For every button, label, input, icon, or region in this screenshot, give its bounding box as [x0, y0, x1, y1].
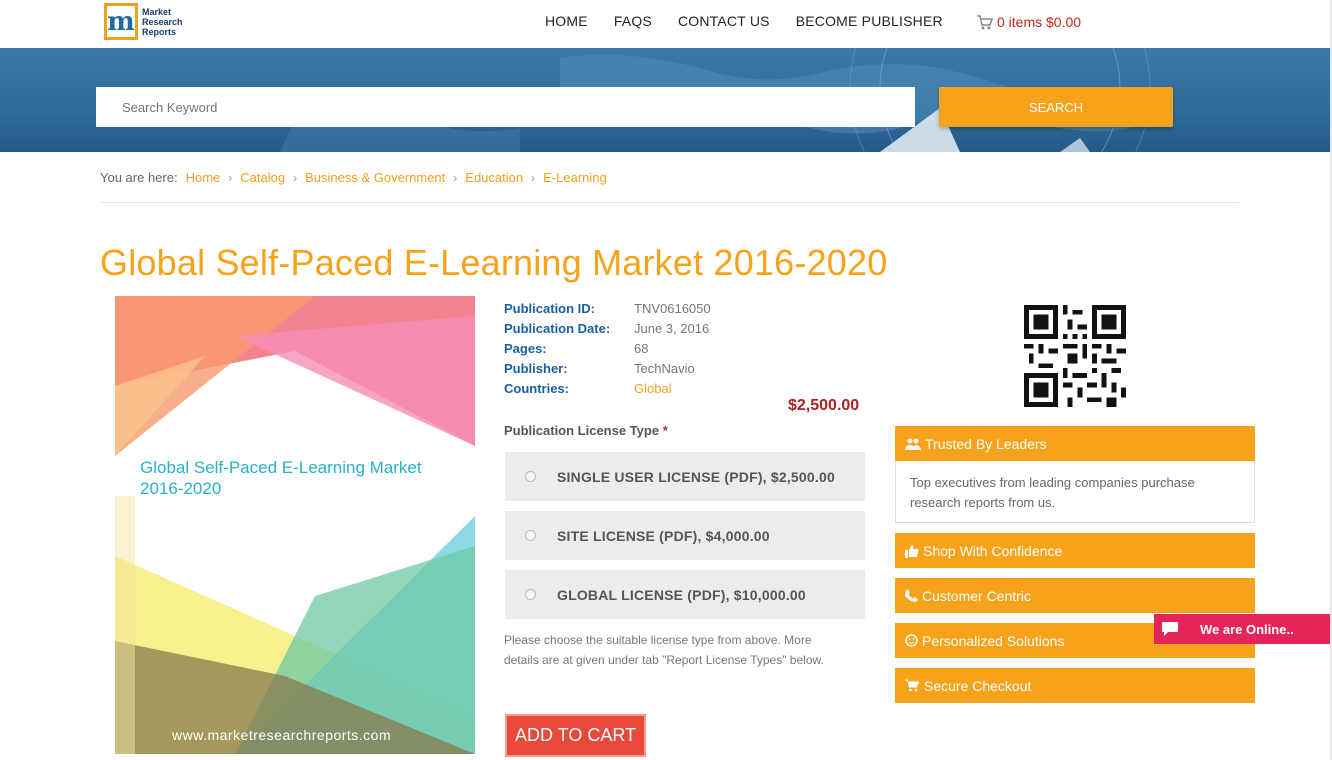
- phone-icon: [905, 589, 918, 602]
- side-item-label: Shop With Confidence: [923, 542, 1063, 559]
- main-nav: HOME FAQS CONTACT US BECOME PUBLISHER: [545, 13, 969, 29]
- breadcrumb-prefix: You are here:: [100, 170, 178, 185]
- cart-summary: 0 items $0.00: [997, 14, 1082, 30]
- license-type-label: Publication License Type *: [504, 423, 668, 438]
- breadcrumb-business-government[interactable]: Business & Government: [305, 170, 445, 185]
- users-icon: [905, 438, 921, 450]
- meta-value-link[interactable]: Global: [634, 381, 672, 396]
- meta-row-publication-date: Publication Date: June 3, 2016: [504, 318, 711, 338]
- secure-checkout-box[interactable]: Secure Checkout: [895, 668, 1255, 703]
- required-mark: *: [662, 423, 668, 438]
- thumbs-up-icon: [905, 544, 919, 558]
- meta-row-publisher: Publisher: TechNavio: [504, 358, 711, 378]
- meta-label: Publisher:: [504, 360, 568, 376]
- meta-label: Publication Date:: [504, 320, 611, 336]
- meta-label: Pages:: [504, 340, 547, 356]
- breadcrumb-separator: ›: [228, 170, 233, 185]
- license-option-global[interactable]: GLOBAL LICENSE (PDF), $10,000.00: [505, 570, 865, 619]
- shop-with-confidence-box[interactable]: Shop With Confidence: [895, 533, 1255, 568]
- live-chat-widget[interactable]: We are Online..: [1154, 614, 1332, 644]
- logo-letter: m: [107, 6, 135, 37]
- radio-button[interactable]: [525, 589, 536, 600]
- report-cover-image: Global Self-Paced E-Learning Market 2016…: [115, 296, 475, 754]
- breadcrumb-separator: ›: [531, 170, 536, 185]
- cart-icon: [905, 679, 920, 692]
- meta-label: Publication ID:: [504, 300, 595, 316]
- license-option-label: SINGLE USER LICENSE (PDF), $2,500.00: [557, 468, 835, 485]
- nav-home[interactable]: HOME: [545, 13, 588, 29]
- nav-contact-us[interactable]: CONTACT US: [678, 13, 770, 29]
- cover-title: Global Self-Paced E-Learning Market 2016…: [140, 458, 422, 498]
- meta-value: TechNavio: [634, 360, 695, 376]
- customer-centric-box[interactable]: Customer Centric: [895, 578, 1255, 613]
- license-option-site[interactable]: SITE LICENSE (PDF), $4,000.00: [505, 511, 865, 560]
- side-item-label: Personalized Solutions: [922, 632, 1065, 649]
- meta-row-publication-id: Publication ID: TNV0616050: [504, 298, 711, 318]
- meta-value: TNV0616050: [634, 300, 711, 316]
- license-option-single-user[interactable]: SINGLE USER LICENSE (PDF), $2,500.00: [505, 452, 865, 501]
- top-header: m Market Research Reports HOME FAQS CONT…: [0, 0, 1332, 48]
- cover-art: [115, 296, 475, 754]
- side-item-label: Customer Centric: [922, 587, 1031, 604]
- search-banner: SEARCH: [0, 48, 1332, 152]
- meta-value: 68: [634, 340, 649, 356]
- side-item-label: Secure Checkout: [924, 677, 1032, 694]
- header-cart[interactable]: 0 items $0.00: [976, 14, 1081, 30]
- trusted-body: Top executives from leading companies pu…: [895, 461, 1255, 523]
- meta-label: Countries:: [504, 380, 569, 396]
- license-option-label: GLOBAL LICENSE (PDF), $10,000.00: [557, 586, 806, 603]
- radio-button[interactable]: [525, 471, 536, 482]
- breadcrumb-separator: ›: [293, 170, 298, 185]
- breadcrumb: You are here: Home › Catalog › Business …: [100, 170, 607, 185]
- radio-button[interactable]: [525, 530, 536, 541]
- search-input[interactable]: [96, 87, 915, 127]
- publication-meta: Publication ID: TNV0616050 Publication D…: [504, 298, 711, 398]
- cart-icon: [977, 14, 993, 29]
- cover-url: www.marketresearchreports.com: [172, 727, 392, 743]
- add-to-cart-button[interactable]: ADD TO CART: [505, 714, 646, 757]
- license-note: Please choose the suitable license type …: [504, 633, 824, 667]
- breadcrumb-e-learning[interactable]: E-Learning: [543, 170, 607, 185]
- nav-faqs[interactable]: FAQS: [614, 13, 652, 29]
- qr-code-icon: [1024, 305, 1126, 407]
- meta-row-countries: Countries: Global: [504, 378, 711, 398]
- smile-icon: [905, 634, 918, 647]
- nav-become-publisher[interactable]: BECOME PUBLISHER: [796, 13, 943, 29]
- license-option-label: SITE LICENSE (PDF), $4,000.00: [557, 527, 770, 544]
- product-price: $2,500.00: [788, 397, 860, 414]
- chat-bubble-icon: [1154, 614, 1186, 644]
- meta-value: June 3, 2016: [634, 320, 710, 336]
- logo-text: Market Research Reports: [142, 6, 183, 37]
- logo-mark: m: [104, 3, 138, 40]
- search-button[interactable]: SEARCH: [939, 87, 1173, 127]
- page-title: Global Self-Paced E-Learning Market 2016…: [100, 242, 888, 283]
- license-type-text: Publication License Type: [504, 423, 660, 438]
- breadcrumb-education[interactable]: Education: [465, 170, 523, 185]
- trusted-title: Trusted By Leaders: [925, 435, 1047, 452]
- site-logo[interactable]: m Market Research Reports: [104, 3, 188, 40]
- meta-row-pages: Pages: 68: [504, 338, 711, 358]
- breadcrumb-catalog[interactable]: Catalog: [240, 170, 285, 185]
- breadcrumb-separator: ›: [453, 170, 458, 185]
- trusted-by-leaders-header: Trusted By Leaders: [895, 426, 1255, 461]
- divider: [100, 202, 1239, 203]
- chat-label: We are Online..: [1200, 621, 1294, 637]
- breadcrumb-home[interactable]: Home: [186, 170, 221, 185]
